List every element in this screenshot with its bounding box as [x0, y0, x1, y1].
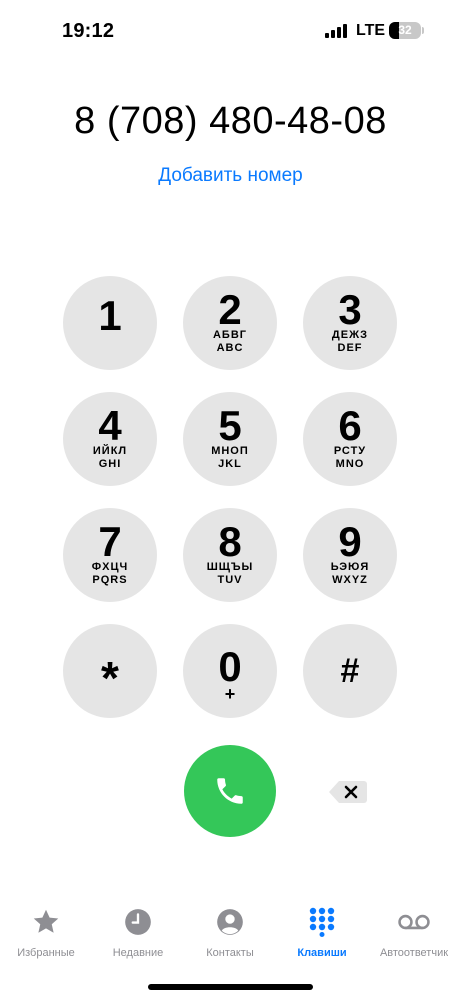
- voicemail-icon: [397, 905, 431, 939]
- tab-keypad[interactable]: Клавиши: [276, 905, 368, 969]
- delete-button[interactable]: [328, 777, 368, 807]
- key-letters-ru: ЬЭЮЯ: [330, 561, 370, 573]
- tab-label: Избранные: [17, 947, 75, 959]
- key-3[interactable]: 3 ДЕЖЗ DEF: [303, 276, 397, 370]
- key-letters-ru: РСТУ: [333, 445, 367, 457]
- keypad-grid-icon: [305, 905, 339, 939]
- key-letters-en: ABC: [216, 342, 244, 354]
- key-letters-en: MNO: [335, 458, 365, 470]
- key-letters-en: TUV: [217, 574, 243, 586]
- battery-icon: 32: [389, 22, 421, 39]
- key-7[interactable]: 7 ФХЦЧ PQRS: [63, 508, 157, 602]
- key-symbol: #: [340, 652, 360, 690]
- tab-bar: Избранные Недавние Контакты Клавиши Авто…: [0, 905, 461, 975]
- key-digit: 1: [98, 292, 122, 339]
- key-5[interactable]: 5 МНОП JKL: [183, 392, 277, 486]
- key-digit: 2: [218, 286, 242, 333]
- status-bar: 19:12 LTE 32: [0, 0, 461, 60]
- backspace-icon: [329, 781, 367, 803]
- home-indicator: [148, 984, 313, 990]
- tab-voicemail[interactable]: Автоответчик: [368, 905, 460, 969]
- network-type: LTE: [356, 22, 386, 39]
- key-6[interactable]: 6 РСТУ MNO: [303, 392, 397, 486]
- key-4[interactable]: 4 ИЙКЛ GHI: [63, 392, 157, 486]
- key-letters-ru: МНОП: [211, 445, 249, 457]
- tab-label: Контакты: [206, 947, 254, 959]
- tab-contacts[interactable]: Контакты: [184, 905, 276, 969]
- call-button[interactable]: [184, 745, 276, 837]
- key-digit: 4: [98, 402, 122, 449]
- person-circle-icon: [213, 905, 247, 939]
- phone-icon: [217, 778, 243, 804]
- key-symbol: *: [101, 652, 119, 704]
- key-letters-ru: ФХЦЧ: [91, 561, 129, 573]
- key-hash[interactable]: #: [303, 624, 397, 718]
- key-letters-en: PQRS: [92, 574, 128, 586]
- battery-percent: 32: [398, 23, 412, 37]
- key-8[interactable]: 8 ШЩЪЫ TUV: [183, 508, 277, 602]
- key-2[interactable]: 2 АБВГ ABC: [183, 276, 277, 370]
- key-letters-ru: ИЙКЛ: [92, 445, 128, 457]
- key-letters-ru: ШЩЪЫ: [206, 561, 254, 573]
- status-time: 19:12: [62, 20, 115, 42]
- battery-tip: [422, 27, 424, 34]
- key-digit: 3: [338, 286, 362, 333]
- key-digit: 9: [338, 518, 362, 565]
- key-digit: 6: [338, 402, 362, 449]
- key-1[interactable]: 1: [63, 276, 157, 370]
- key-digit: 8: [218, 518, 242, 565]
- clock-icon: [121, 905, 155, 939]
- star-icon: [29, 905, 63, 939]
- tab-favorites[interactable]: Избранные: [0, 905, 92, 969]
- key-letters-ru: АБВГ: [212, 329, 248, 341]
- tab-label: Автоответчик: [379, 947, 449, 959]
- key-letters-ru: ДЕЖЗ: [331, 329, 369, 341]
- key-digit: 5: [218, 402, 242, 449]
- key-letters-en: DEF: [337, 342, 363, 354]
- key-letters-en: JKL: [218, 458, 242, 470]
- key-letters-en: WXYZ: [332, 574, 368, 586]
- add-number-link[interactable]: Добавить номер: [0, 165, 461, 187]
- key-star[interactable]: *: [63, 624, 157, 718]
- key-digit: 7: [98, 518, 122, 565]
- key-0[interactable]: 0 +: [183, 624, 277, 718]
- tab-label: Недавние: [112, 947, 164, 959]
- tab-recents[interactable]: Недавние: [92, 905, 184, 969]
- key-plus: +: [224, 684, 236, 704]
- signal-strength-icon: [325, 24, 349, 38]
- phone-screen: 19:12 LTE 32 8 (708) 480-48-08 Добавить …: [0, 0, 461, 999]
- tab-label: Клавиши: [297, 947, 347, 959]
- key-letters-en: GHI: [98, 458, 122, 470]
- key-9[interactable]: 9 ЬЭЮЯ WXYZ: [303, 508, 397, 602]
- dialed-number: 8 (708) 480-48-08: [74, 100, 387, 142]
- key-digit: 0: [218, 643, 242, 690]
